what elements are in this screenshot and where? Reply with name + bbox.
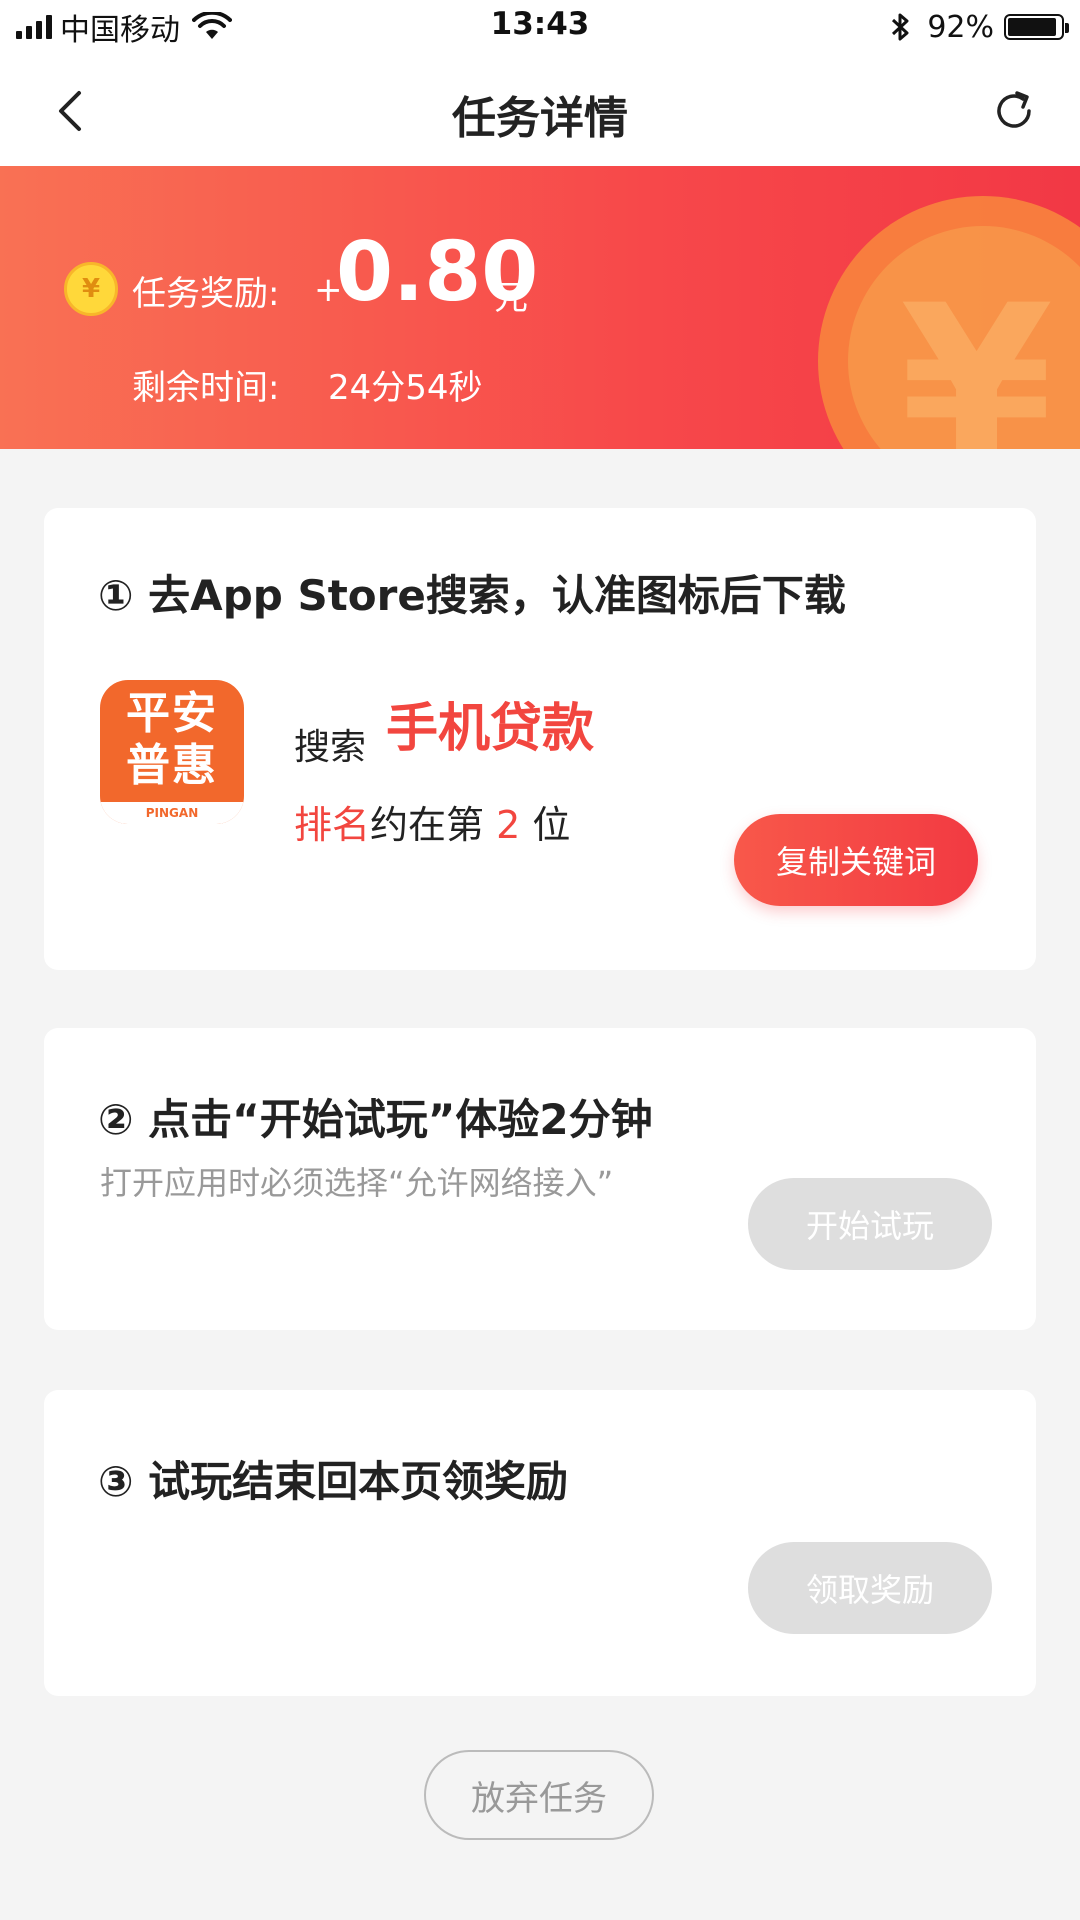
- step2-card: ② 点击“开始试玩”体验2分钟 打开应用时必须选择“允许网络接入” 开始试玩: [44, 1028, 1036, 1330]
- app-icon-line1: 平安: [126, 688, 218, 739]
- app-icon-text: 平安 普惠: [100, 688, 244, 792]
- app-icon-line2: 普惠: [126, 740, 218, 791]
- abandon-task-button[interactable]: 放弃任务: [424, 1750, 654, 1840]
- app-icon: 平安 普惠 PINGAN: [100, 680, 244, 824]
- start-trial-button[interactable]: 开始试玩: [748, 1178, 992, 1270]
- remaining-time-value: 24分54秒: [328, 368, 483, 408]
- reward-banner: ¥ ¥ 任务奖励: + 0.80 元 剩余时间: 24分54秒: [0, 166, 1080, 449]
- step1-card: ① 去App Store搜索，认准图标后下载 平安 普惠 PINGAN 搜索 手…: [44, 508, 1036, 970]
- battery-level: [1008, 18, 1056, 36]
- reward-unit: 元: [494, 278, 528, 318]
- step3-title: ③ 试玩结束回本页领奖励: [98, 1457, 569, 1506]
- decorative-yen-icon: ¥: [900, 258, 1054, 449]
- app-icon-brand: PINGAN: [100, 802, 244, 824]
- search-label: 搜索: [294, 727, 367, 768]
- page-title: 任务详情: [452, 93, 628, 144]
- reward-label: 任务奖励:: [132, 274, 280, 314]
- rank-middle: 约在第: [370, 803, 485, 847]
- status-bar: 中国移动 13:43 92%: [0, 0, 1080, 56]
- rank-line: 排名约在第 2 位: [294, 794, 570, 849]
- nav-bar: 任务详情: [0, 56, 1080, 166]
- rank-prefix: 排名: [294, 803, 371, 847]
- step2-title: ② 点击“开始试玩”体验2分钟: [98, 1095, 653, 1144]
- battery-icon: [1004, 14, 1069, 40]
- rank-number: 2: [496, 803, 521, 847]
- step2-hint: 打开应用时必须选择“允许网络接入”: [100, 1164, 614, 1202]
- bluetooth-icon: [892, 13, 909, 41]
- refresh-icon: [997, 91, 1031, 128]
- claim-reward-button[interactable]: 领取奖励: [748, 1542, 992, 1634]
- copy-keyword-button[interactable]: 复制关键词: [734, 814, 978, 906]
- remaining-time-label: 剩余时间:: [132, 368, 280, 408]
- step1-title: ① 去App Store搜索，认准图标后下载: [98, 571, 846, 620]
- refresh-button[interactable]: [984, 81, 1044, 141]
- battery-percent: 92%: [927, 9, 994, 45]
- battery-cap: [1065, 23, 1069, 33]
- rank-suffix: 位: [532, 803, 571, 847]
- status-right: 92%: [889, 8, 1069, 46]
- step3-card: ③ 试玩结束回本页领奖励 领取奖励: [44, 1390, 1036, 1696]
- coin-icon: ¥: [64, 262, 118, 316]
- search-keyword: 手机贷款: [386, 699, 595, 759]
